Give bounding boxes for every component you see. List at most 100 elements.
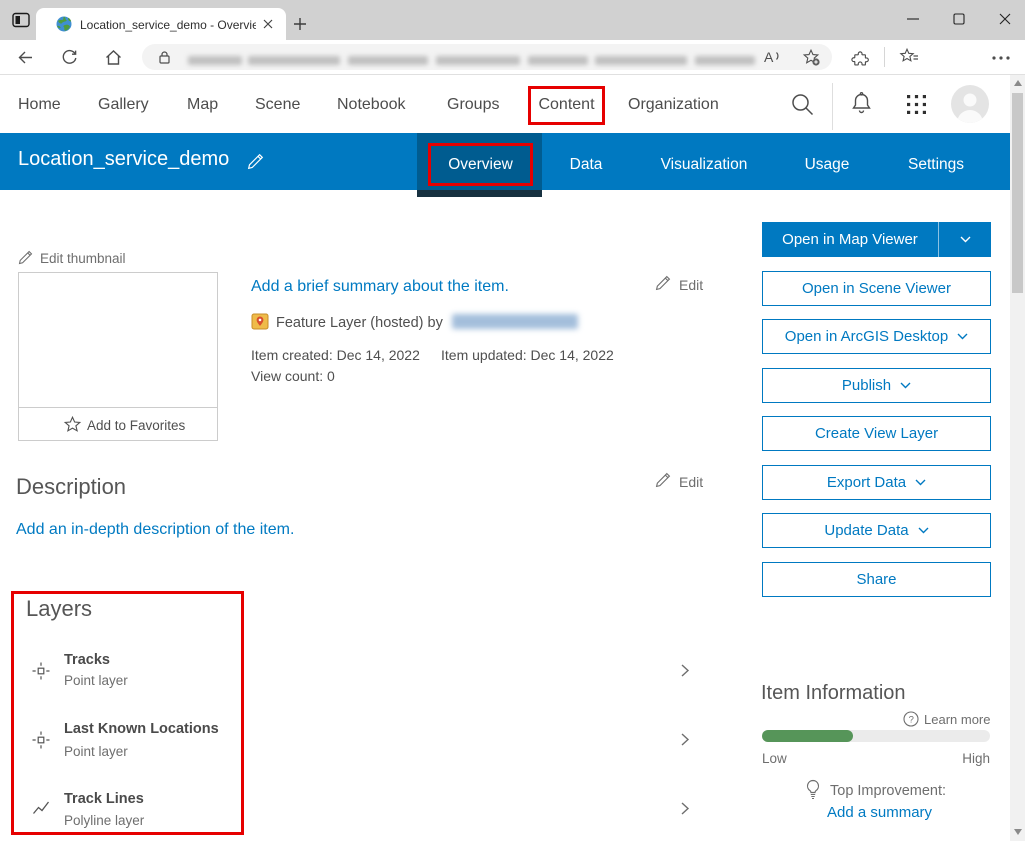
- layer-chevron-icon[interactable]: [681, 664, 690, 677]
- nav-home[interactable]: Home: [18, 96, 61, 114]
- item-created-label: Item created: Dec 14, 2022: [251, 347, 420, 363]
- edit-thumbnail-label[interactable]: Edit thumbnail: [40, 251, 126, 266]
- edit-title-pencil-icon[interactable]: [247, 153, 264, 170]
- new-tab-icon[interactable]: [293, 17, 307, 31]
- edit-description-label[interactable]: Edit: [679, 474, 703, 490]
- view-count-label: View count: 0: [251, 368, 335, 384]
- scrollbar-thumb[interactable]: [1012, 93, 1023, 293]
- point-layer-icon: [32, 662, 50, 680]
- open-in-map-viewer-button[interactable]: Open in Map Viewer: [762, 222, 991, 257]
- browser-tab-strip: Location_service_demo - Overvie: [0, 0, 1025, 40]
- nav-content[interactable]: Content: [531, 96, 602, 114]
- content-highlight-box: Content: [528, 86, 605, 125]
- layer-subtitle: Point layer: [64, 673, 128, 688]
- browser-menu-icon[interactable]: [992, 56, 1010, 60]
- window-close-icon[interactable]: [999, 13, 1011, 25]
- home-icon[interactable]: [105, 49, 122, 66]
- scrollbar-up-arrow[interactable]: [1014, 80, 1022, 86]
- polyline-layer-icon: [32, 800, 50, 816]
- layer-chevron-icon[interactable]: [681, 733, 690, 746]
- item-info-progress-fill: [762, 730, 854, 742]
- publish-button[interactable]: Publish: [762, 368, 991, 403]
- address-bar[interactable]: A: [142, 44, 832, 70]
- learn-more-label[interactable]: Learn more: [924, 712, 990, 727]
- url-redacted-segment: [595, 56, 687, 65]
- window-maximize-icon[interactable]: [953, 13, 965, 25]
- url-redacted-segment: [528, 56, 588, 65]
- tab-actions-icon[interactable]: [10, 9, 32, 31]
- tab-settings[interactable]: Settings: [908, 156, 964, 174]
- active-tab-strip: [417, 190, 542, 197]
- point-layer-icon: [32, 731, 50, 749]
- nav-map[interactable]: Map: [187, 96, 218, 114]
- update-data-button[interactable]: Update Data: [762, 513, 991, 548]
- favicon-globe-icon: [56, 16, 72, 32]
- item-info-progress-track: [762, 730, 990, 742]
- layer-title[interactable]: Track Lines: [64, 791, 144, 807]
- favorites-collections-icon[interactable]: [899, 47, 919, 66]
- window-minimize-icon[interactable]: [907, 18, 919, 20]
- add-a-summary-link[interactable]: Add a summary: [827, 804, 932, 821]
- item-updated-label: Item updated: Dec 14, 2022: [441, 347, 614, 363]
- create-view-layer-button[interactable]: Create View Layer: [762, 416, 991, 451]
- export-data-button[interactable]: Export Data: [762, 465, 991, 500]
- owner-redacted: [452, 314, 578, 329]
- edit-summary-label[interactable]: Edit: [679, 277, 703, 293]
- low-label: Low: [762, 751, 787, 766]
- add-favorite-icon[interactable]: [802, 48, 820, 66]
- nav-notebook[interactable]: Notebook: [337, 96, 406, 114]
- thumbnail-placeholder: [18, 272, 218, 408]
- button-label: Export Data: [826, 474, 907, 491]
- nav-groups[interactable]: Groups: [447, 96, 499, 114]
- svg-text:?: ?: [909, 714, 914, 725]
- add-description-link[interactable]: Add an in-depth description of the item.: [16, 521, 294, 539]
- refresh-icon[interactable]: [61, 49, 78, 66]
- add-to-favorites-button[interactable]: Add to Favorites: [18, 407, 218, 441]
- lock-icon: [158, 50, 171, 64]
- nav-scene[interactable]: Scene: [255, 96, 300, 114]
- app-launcher-icon[interactable]: [906, 94, 927, 115]
- url-redacted-segment: [348, 56, 428, 65]
- layer-chevron-icon[interactable]: [681, 802, 690, 815]
- toolbar-divider: [884, 47, 885, 67]
- avatar[interactable]: [951, 85, 989, 123]
- map-viewer-dropdown-toggle[interactable]: [939, 236, 991, 243]
- svg-text:A: A: [764, 49, 774, 65]
- nav-gallery[interactable]: Gallery: [98, 96, 149, 114]
- open-in-map-viewer-label: Open in Map Viewer: [782, 231, 918, 248]
- open-in-arcgis-desktop-button[interactable]: Open in ArcGIS Desktop: [762, 319, 991, 354]
- lightbulb-icon: [803, 779, 823, 801]
- tab-visualization[interactable]: Visualization: [661, 156, 748, 174]
- feature-layer-icon: [251, 312, 269, 330]
- layer-subtitle: Polyline layer: [64, 813, 145, 828]
- scrollbar-down-arrow[interactable]: [1014, 829, 1022, 835]
- browser-toolbar: A: [0, 40, 1025, 75]
- notifications-bell-icon[interactable]: [850, 91, 873, 116]
- high-label: High: [962, 751, 990, 766]
- url-redacted-segment: [695, 56, 755, 65]
- share-button[interactable]: Share: [762, 562, 991, 597]
- add-summary-link[interactable]: Add a brief summary about the item.: [251, 278, 509, 296]
- description-heading: Description: [16, 474, 127, 499]
- layer-subtitle: Point layer: [64, 744, 128, 759]
- open-in-scene-viewer-button[interactable]: Open in Scene Viewer: [762, 271, 991, 306]
- tab-data[interactable]: Data: [570, 156, 603, 174]
- layer-title[interactable]: Tracks: [64, 652, 110, 668]
- overview-highlight-box: Overview: [428, 143, 533, 186]
- tab-overview[interactable]: Overview: [431, 156, 530, 174]
- nav-organization[interactable]: Organization: [628, 96, 719, 114]
- edit-description-pencil-icon[interactable]: [655, 472, 671, 488]
- browser-tab[interactable]: Location_service_demo - Overvie: [36, 8, 286, 40]
- help-icon[interactable]: ?: [903, 711, 919, 727]
- read-aloud-icon[interactable]: A: [763, 48, 783, 66]
- tab-close-icon[interactable]: [263, 19, 273, 29]
- edit-summary-pencil-icon[interactable]: [655, 275, 671, 291]
- edit-thumbnail-pencil-icon[interactable]: [18, 250, 33, 265]
- tab-usage[interactable]: Usage: [805, 156, 850, 174]
- extensions-icon[interactable]: [851, 48, 870, 66]
- item-title: Location_service_demo: [18, 148, 230, 170]
- search-icon[interactable]: [791, 93, 814, 116]
- back-icon[interactable]: [17, 49, 34, 66]
- button-label: Open in ArcGIS Desktop: [784, 328, 949, 345]
- layer-title[interactable]: Last Known Locations: [64, 721, 219, 737]
